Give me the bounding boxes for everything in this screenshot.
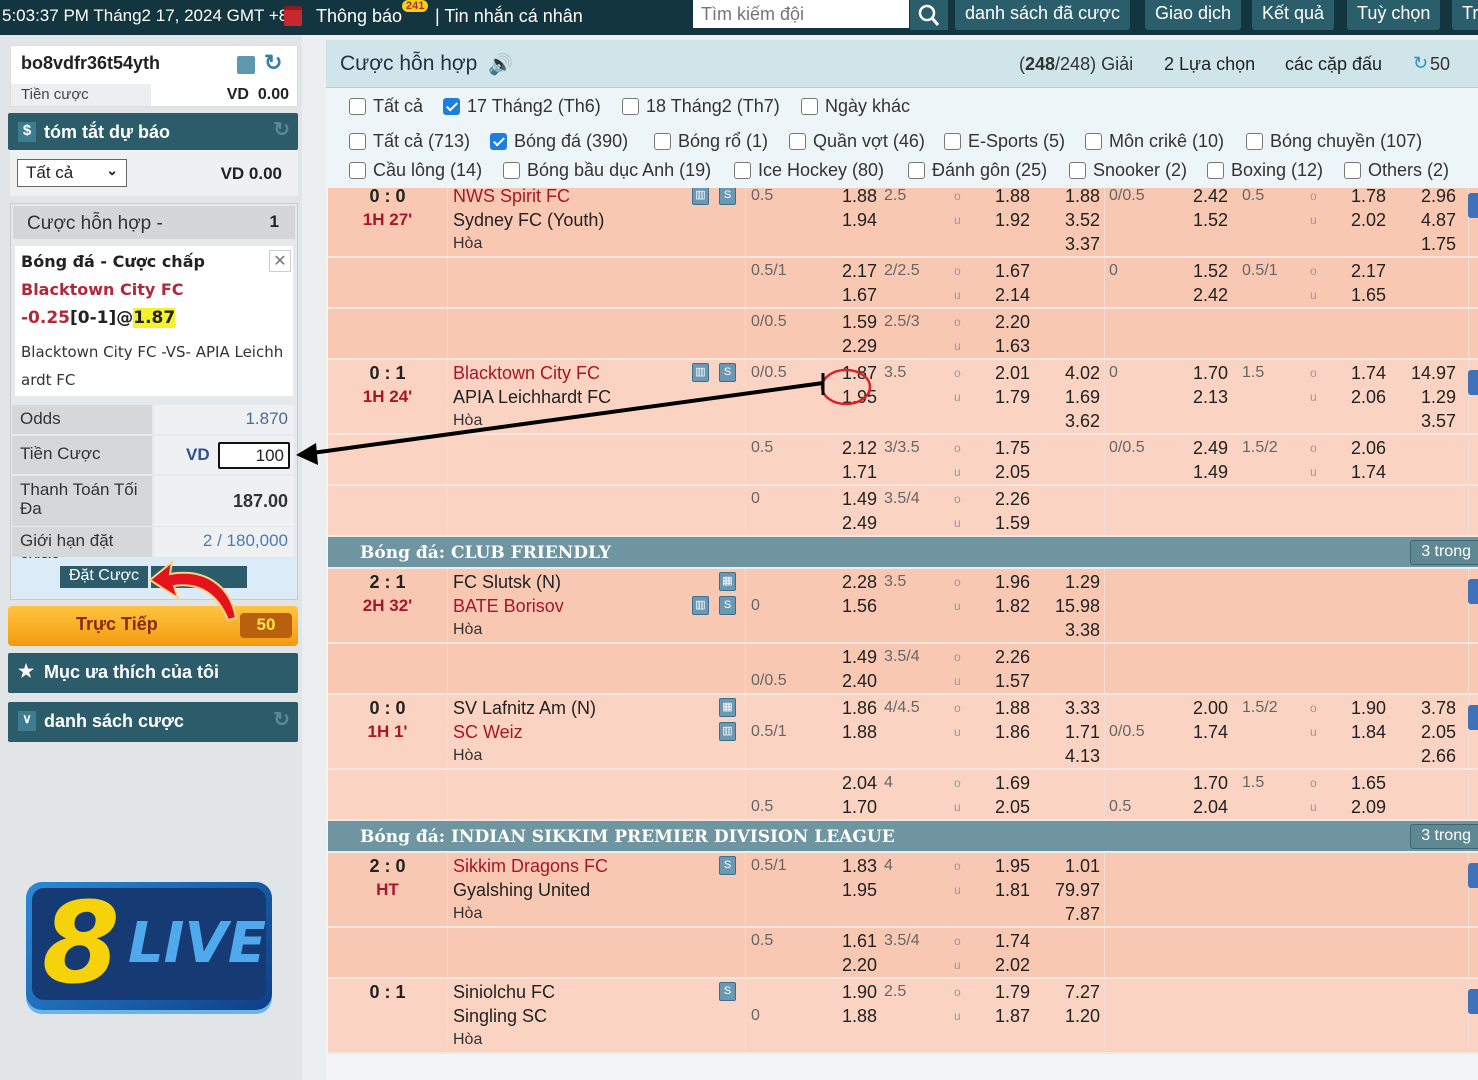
annotation-overlay — [148, 368, 872, 622]
arrow-head-icon — [296, 443, 318, 465]
highlight-circle — [820, 368, 872, 406]
annotation-arrow — [311, 381, 824, 455]
red-curved-arrow-icon — [148, 559, 238, 622]
